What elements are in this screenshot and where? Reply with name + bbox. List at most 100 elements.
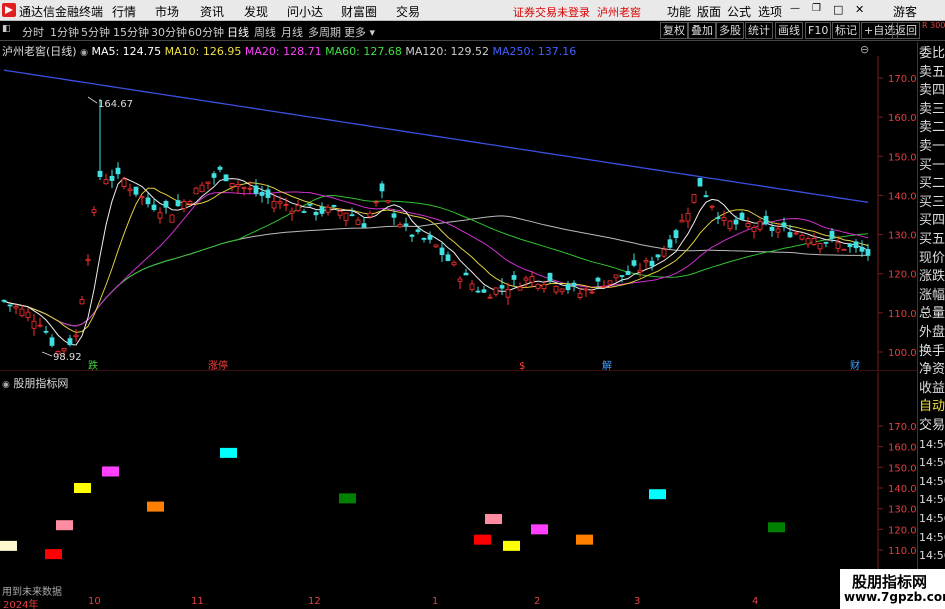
multi-stock-button[interactable]: 多股: [716, 22, 744, 39]
sidebar-item[interactable]: 涨跌: [919, 268, 945, 286]
sidebar-item[interactable]: 14:56: [919, 454, 945, 472]
drawing-button[interactable]: 画线: [775, 22, 803, 39]
close-icon[interactable]: ✕: [855, 3, 864, 16]
sidebar-item[interactable]: 14:56: [919, 491, 945, 509]
period-tab-5min[interactable]: 5分钟: [81, 24, 110, 40]
period-tab-multi[interactable]: 多周期: [308, 24, 341, 40]
candle-body: [199, 184, 205, 193]
sidebar-item[interactable]: 卖四: [919, 82, 945, 100]
candle-body: [31, 320, 37, 329]
candle-body: [127, 188, 133, 192]
y-tick-label: 100.0: [888, 348, 917, 359]
sidebar-item[interactable]: 14:56: [919, 547, 945, 565]
y-tick-label: 140.0: [888, 484, 917, 495]
menu-item-discover[interactable]: 发现: [244, 3, 268, 20]
event-marker-drop[interactable]: 跌: [88, 359, 98, 371]
period-tab-monthly[interactable]: 月线: [281, 24, 303, 40]
sidebar-item[interactable]: 收益: [919, 380, 945, 398]
candle-body: [97, 170, 103, 177]
watermark-title: 股朋指标网: [852, 573, 928, 591]
sidebar-item[interactable]: 外盘: [919, 324, 945, 342]
sidebar-item[interactable]: 14:56: [919, 529, 945, 547]
menu-item-wealth[interactable]: 财富圈: [341, 3, 377, 20]
adjust-button[interactable]: 复权: [660, 22, 688, 39]
sidebar-item[interactable]: 买三: [919, 194, 945, 212]
candle-body: [43, 330, 49, 333]
y-tick-label: 140.0: [888, 191, 917, 202]
sidebar-item[interactable]: 14:56: [919, 473, 945, 491]
period-tab-daily[interactable]: 日线: [227, 24, 249, 40]
event-marker-financial[interactable]: 财: [850, 359, 860, 371]
period-tab-timeshare[interactable]: 分时: [22, 24, 44, 40]
menu-item-options[interactable]: 选项: [758, 3, 782, 20]
candle-body: [865, 249, 871, 256]
menu-item-quotes[interactable]: 行情: [112, 3, 136, 20]
menu-item-news[interactable]: 资讯: [200, 3, 224, 20]
candle-body: [49, 337, 55, 346]
candle-body: [841, 248, 847, 251]
statistics-button[interactable]: 统计: [745, 22, 773, 39]
sidebar-item[interactable]: 净资: [919, 361, 945, 379]
mark-button[interactable]: 标记: [832, 22, 860, 39]
candle-body: [775, 228, 781, 233]
period-tab-15min[interactable]: 15分钟: [113, 24, 149, 40]
guest-label[interactable]: 游客: [893, 3, 917, 20]
sidebar-item[interactable]: 卖五: [919, 64, 945, 82]
candle-body: [145, 197, 151, 205]
period-tab-1min[interactable]: 1分钟: [50, 24, 79, 40]
event-marker-dividend[interactable]: $: [519, 361, 525, 371]
sidebar-item[interactable]: 卖二: [919, 119, 945, 137]
trade-login-status[interactable]: 证券交易未登录 泸州老窖: [513, 4, 641, 20]
sidebar-item[interactable]: 交易: [919, 417, 945, 435]
candle-body: [121, 178, 127, 187]
candle-body: [631, 260, 637, 266]
menu-item-function[interactable]: 功能: [667, 3, 691, 20]
month-label: 1: [432, 596, 439, 607]
candle-body: [295, 204, 301, 212]
indicator-chart[interactable]: 170.0 160.0 150.0 140.0 130.0 120.0 110.0: [0, 372, 917, 597]
menu-item-market[interactable]: 市场: [155, 3, 179, 20]
y-tick-label: 120.0: [888, 270, 917, 281]
back-button[interactable]: 返回: [892, 22, 920, 39]
sidebar-item[interactable]: 卖一: [919, 138, 945, 156]
sidebar-item[interactable]: 买五: [919, 231, 945, 249]
candle-body: [703, 195, 709, 198]
quote-sidebar: R 300 委比 卖五 卖四 卖三 卖二 卖一 买一 买二 买三 买四 买五 现价 涨跌 涨幅 总量 外盘 换手…: [917, 22, 945, 609]
candle-body: [271, 200, 277, 209]
menu-item-formula[interactable]: 公式: [727, 3, 751, 20]
period-tab-60min[interactable]: 60分钟: [188, 24, 224, 40]
sidebar-item[interactable]: 买四: [919, 212, 945, 230]
sidebar-item[interactable]: 卖三: [919, 101, 945, 119]
event-marker-unlock[interactable]: 解: [602, 359, 612, 371]
sidebar-item[interactable]: 自动: [919, 398, 945, 416]
sidebar-item[interactable]: 买二: [919, 175, 945, 193]
event-marker-limit-up[interactable]: 涨停: [208, 359, 228, 371]
period-tab-weekly[interactable]: 周线: [254, 24, 276, 40]
candle-body: [397, 224, 403, 228]
high-price-label: 164.67: [98, 99, 133, 110]
menu-item-trade[interactable]: 交易: [396, 3, 420, 20]
sidebar-item[interactable]: 总量: [919, 305, 945, 323]
candle-body: [697, 177, 703, 187]
sidebar-item[interactable]: 买一: [919, 157, 945, 175]
menu-item-ask[interactable]: 问小达: [287, 3, 323, 20]
f10-button[interactable]: F10: [805, 22, 832, 39]
collapse-icon[interactable]: ◧: [2, 24, 11, 34]
sidebar-item[interactable]: 现价: [919, 250, 945, 268]
candle-body: [337, 210, 343, 216]
menu-item-layout[interactable]: 版面: [697, 3, 721, 20]
candle-body: [763, 215, 769, 225]
maximize-icon[interactable]: □: [833, 3, 843, 16]
price-chart[interactable]: 170.0 160.0 150.0 140.0 130.0 120.0 110.0 100.0…: [0, 41, 917, 371]
restore-icon[interactable]: ❐: [812, 3, 821, 14]
sidebar-item[interactable]: 14:56: [919, 510, 945, 528]
overlay-button[interactable]: 叠加: [688, 22, 716, 39]
sidebar-item[interactable]: 涨幅: [919, 287, 945, 305]
period-tab-more[interactable]: 更多 ▾: [344, 24, 375, 40]
minimize-icon[interactable]: —: [790, 3, 800, 14]
sidebar-item[interactable]: 委比: [919, 45, 945, 63]
candle-body: [655, 254, 661, 258]
sidebar-item[interactable]: 换手: [919, 343, 945, 361]
sidebar-item[interactable]: 14:56: [919, 436, 945, 454]
period-tab-30min[interactable]: 30分钟: [151, 24, 187, 40]
